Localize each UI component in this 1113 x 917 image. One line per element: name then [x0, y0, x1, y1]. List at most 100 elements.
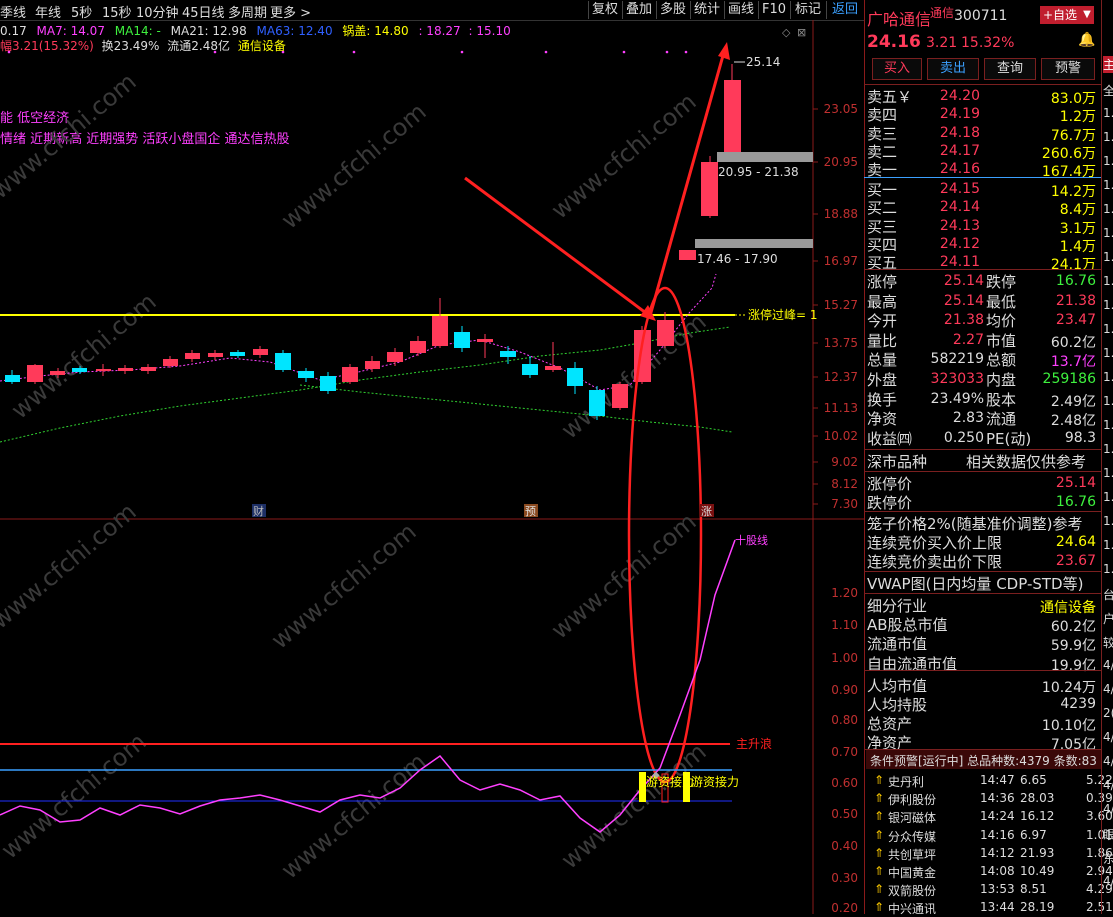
price-tick: 10.02: [824, 429, 858, 443]
candle-body: [96, 369, 111, 371]
period-multi[interactable]: 多周期: [228, 2, 267, 21]
candle-body: [141, 367, 156, 371]
vwap-chart-link[interactable]: VWAP图(日内均量 CDP-STD等): [867, 573, 1083, 594]
add-watchlist-button[interactable]: +自选: [1040, 6, 1080, 24]
buy-button[interactable]: 买入: [872, 58, 922, 80]
ask-price[interactable]: 24.17: [930, 143, 980, 159]
candle-up: [5, 370, 20, 384]
bid-price[interactable]: 24.11: [930, 254, 980, 270]
side-strip-item[interactable]: 4/: [1103, 730, 1113, 744]
side-strip-item[interactable]: 较: [1103, 634, 1113, 651]
stats-button[interactable]: 统计: [690, 1, 723, 19]
side-strip-item[interactable]: 1.: [1103, 202, 1113, 216]
side-strip-item[interactable]: 4/: [1103, 802, 1113, 816]
side-strip-item[interactable]: 4/: [1103, 682, 1113, 696]
candle-down: [567, 362, 583, 394]
side-strip-item[interactable]: 1.: [1103, 562, 1113, 576]
alert-button[interactable]: 预警: [1041, 58, 1095, 80]
ask-price[interactable]: 24.18: [930, 125, 980, 141]
candlestick-chart[interactable]: www.cfchi.com www.cfchi.com www.cfchi.co…: [0, 20, 864, 914]
bid-price[interactable]: 24.14: [930, 199, 980, 215]
side-strip-item[interactable]: 2(: [1103, 706, 1113, 720]
side-strip-item[interactable]: 4/: [1103, 778, 1113, 792]
side-strip-item[interactable]: 1.: [1103, 106, 1113, 120]
alert-stock-name: 中兴通讯: [888, 902, 937, 917]
signal-dots: [7, 50, 688, 54]
bid-price[interactable]: 24.13: [930, 218, 980, 234]
sell-button[interactable]: 卖出: [927, 58, 979, 80]
side-strip-item[interactable]: 1.: [1103, 514, 1113, 528]
period-5s[interactable]: 5秒: [71, 2, 92, 21]
stat-value: 2.83: [952, 410, 984, 427]
candle-body: [208, 353, 223, 357]
side-strip-item[interactable]: 1.: [1103, 154, 1113, 168]
period-year[interactable]: 年线: [35, 2, 61, 21]
period-quarter[interactable]: 季线: [0, 2, 26, 21]
side-strip-item[interactable]: 4/: [1103, 754, 1113, 768]
price-change-pct: 15.32%: [961, 35, 1015, 51]
f10-button[interactable]: F10: [758, 1, 789, 19]
alert-stock-name: 伊利股份: [888, 793, 937, 808]
stat-label: 均价: [986, 312, 1017, 331]
stat-value: 21.38: [943, 312, 984, 329]
restore-rights-button[interactable]: 复权: [588, 1, 621, 19]
ask-price[interactable]: 24.16: [930, 161, 980, 177]
multi-stock-button[interactable]: 多股: [656, 1, 689, 19]
side-strip-item[interactable]: 户: [1103, 610, 1113, 627]
overlay-button[interactable]: 叠加: [622, 1, 655, 19]
hot-money-label-2: 游资接力: [691, 774, 739, 789]
side-strip-item[interactable]: 1.: [1103, 418, 1113, 432]
draw-line-button[interactable]: 画线: [724, 1, 757, 19]
side-strip-item[interactable]: 1.: [1103, 250, 1113, 264]
up-arrow-icon: ⇑: [874, 827, 885, 842]
side-strip-item[interactable]: 1.: [1103, 178, 1113, 192]
side-strip-item[interactable]: 1.: [1103, 130, 1113, 144]
period-15s[interactable]: 15秒: [102, 2, 132, 21]
stat-value: 23.47: [1055, 312, 1096, 329]
ten-day-label: 十股线: [735, 533, 768, 547]
side-strip-item[interactable]: 东: [1103, 850, 1113, 867]
candle-up: [27, 364, 43, 384]
query-button[interactable]: 查询: [984, 58, 1036, 80]
side-strip-item[interactable]: 主: [1103, 56, 1113, 73]
candle-up: [118, 365, 133, 374]
watchlist-dropdown-icon[interactable]: ▼: [1080, 6, 1094, 24]
close-icon[interactable]: ⊠: [797, 26, 806, 39]
side-strip-item[interactable]: 全: [1103, 82, 1113, 99]
ask-price[interactable]: 24.20: [930, 88, 980, 104]
side-strip-item[interactable]: 4/: [1103, 874, 1113, 888]
ask-price[interactable]: 24.19: [930, 106, 980, 122]
period-more[interactable]: 更多 >: [270, 2, 311, 21]
bid-price[interactable]: 24.15: [930, 181, 980, 197]
side-strip-item[interactable]: 1.: [1103, 298, 1113, 312]
mark-button[interactable]: 标记: [790, 1, 825, 19]
side-strip-item[interactable]: 1.: [1103, 538, 1113, 552]
side-strip-item[interactable]: 1.: [1103, 442, 1113, 456]
side-strip-item[interactable]: 1.: [1103, 466, 1113, 480]
diamond-icon[interactable]: ◇: [782, 26, 791, 39]
bid-price[interactable]: 24.12: [930, 236, 980, 252]
bid-volume: 8.4万: [1059, 202, 1096, 219]
side-strip-item[interactable]: 1.: [1103, 346, 1113, 360]
bell-icon[interactable]: 🔔: [1078, 32, 1095, 48]
alert-header[interactable]: 条件预警[运行中] 总品种数:4379 条数:83: [870, 752, 1097, 769]
side-strip-item[interactable]: 1.: [1103, 490, 1113, 504]
side-strip-item[interactable]: 1.: [1103, 394, 1113, 408]
candle-up: [387, 348, 403, 366]
side-strip-item[interactable]: 1.: [1103, 274, 1113, 288]
stat-value: 582219: [930, 351, 984, 368]
side-strip-item[interactable]: 1.: [1103, 226, 1113, 240]
stat-label: 外盘: [867, 371, 898, 389]
side-strip-item[interactable]: 1.: [1103, 322, 1113, 336]
side-strip-item[interactable]: 1.: [1103, 370, 1113, 384]
back-button[interactable]: 返回: [826, 1, 863, 19]
period-10min[interactable]: 10分钟: [136, 2, 179, 21]
stat-label: 股本: [986, 390, 1017, 409]
period-45day[interactable]: 45日线: [182, 2, 225, 21]
fundamental-value: 19.9亿: [1050, 657, 1096, 674]
side-strip-item[interactable]: 眼: [1103, 826, 1113, 843]
candle-body: [724, 80, 741, 152]
side-strip-item[interactable]: 4/: [1103, 658, 1113, 672]
stat-value: 60.2亿: [1050, 334, 1096, 351]
side-strip-item[interactable]: 台: [1103, 586, 1113, 603]
